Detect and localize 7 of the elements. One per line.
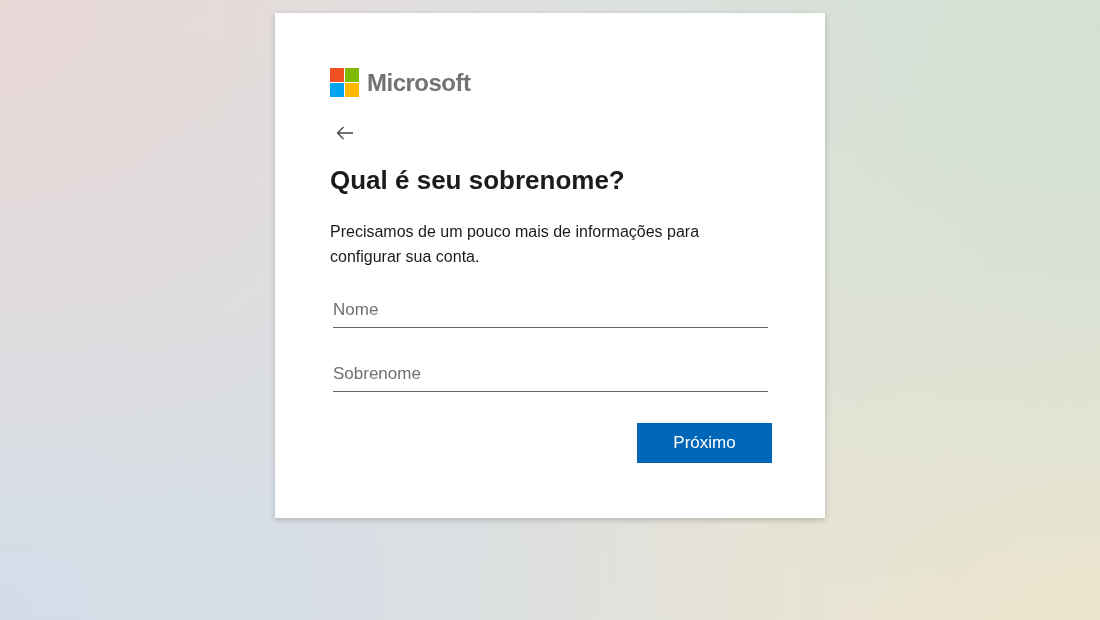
brand-name: Microsoft — [367, 68, 471, 97]
first-name-field[interactable]: Nome — [333, 292, 768, 328]
last-name-field[interactable]: Sobrenome — [333, 356, 768, 392]
description-text: Precisamos de um pouco mais de informações para configurar sua conta. — [330, 222, 701, 267]
four-squares-logo-icon — [330, 68, 359, 97]
page-heading: Qual é seu sobrenome? — [330, 164, 626, 196]
next-button[interactable]: Próximo — [637, 423, 772, 463]
